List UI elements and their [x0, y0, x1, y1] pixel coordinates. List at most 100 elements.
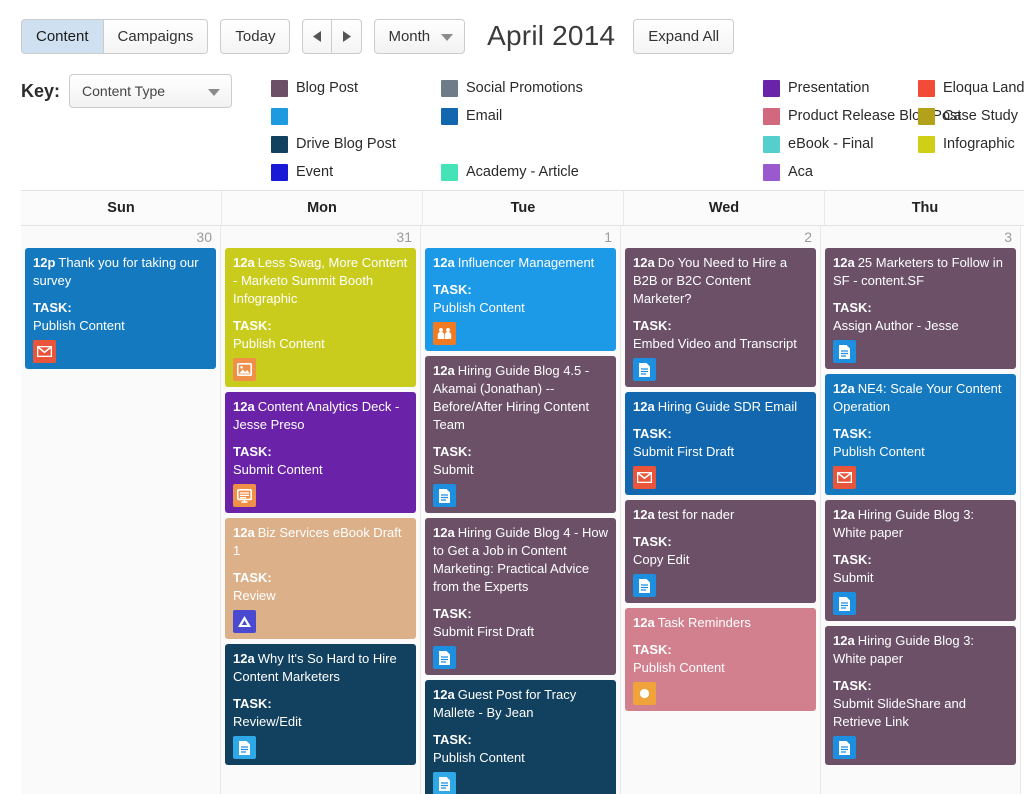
event-time: 12a [233, 525, 255, 540]
calendar-day-column[interactable]: 3112aLess Swag, More Content - Marketo S… [221, 226, 421, 794]
document-icon[interactable] [833, 340, 856, 363]
presentation-icon[interactable] [233, 484, 256, 507]
chevron-down-icon [441, 34, 453, 41]
calendar-day-column[interactable]: 312a25 Marketers to Follow in SF - conte… [821, 226, 1021, 794]
event-task-label: TASK: [833, 299, 1009, 317]
calendar-day-number: 31 [221, 226, 420, 248]
legend-item[interactable]: Aca [763, 164, 918, 181]
legend-item-label: eBook - Final [788, 136, 873, 152]
image-icon[interactable] [233, 358, 256, 381]
calendar-header-row: SunMonTueWedThu [21, 191, 1024, 226]
document-icon[interactable] [233, 736, 256, 759]
calendar-event[interactable]: 12aTask RemindersTASK:Publish Content [625, 608, 816, 711]
event-time: 12a [233, 651, 255, 666]
envelope-icon[interactable] [633, 466, 656, 489]
document-icon[interactable] [833, 736, 856, 759]
calendar-event[interactable]: 12aLess Swag, More Content - Marketo Sum… [225, 248, 416, 387]
legend-item[interactable]: Case Study [918, 108, 928, 125]
event-title-text: Influencer Management [458, 255, 595, 270]
event-time: 12a [233, 255, 255, 270]
legend-item-label: Aca [788, 164, 813, 180]
document-icon[interactable] [433, 646, 456, 669]
calendar-day-number: 30 [21, 226, 220, 248]
calendar-event[interactable]: 12aNE4: Scale Your Content OperationTASK… [825, 374, 1016, 495]
calendar-event[interactable]: 12a25 Marketers to Follow in SF - conten… [825, 248, 1016, 369]
legend-color-swatch [271, 108, 288, 125]
calendar-event[interactable]: 12aHiring Guide SDR EmailTASK:Submit Fir… [625, 392, 816, 495]
prev-period-button[interactable] [302, 19, 332, 54]
legend-item[interactable]: Product Release Blog Post [763, 108, 918, 125]
calendar-event[interactable]: 12aContent Analytics Deck - Jesse PresoT… [225, 392, 416, 513]
legend-item[interactable]: Event [271, 164, 441, 181]
event-task-value: Submit SlideShare and Retrieve Link [833, 695, 1009, 731]
tab-content[interactable]: Content [21, 19, 104, 54]
document-icon[interactable] [433, 484, 456, 507]
legend-item[interactable]: Academy - Article [441, 164, 763, 181]
calendar-event[interactable]: 12aInfluencer ManagementTASK:Publish Con… [425, 248, 616, 351]
calendar-event[interactable]: 12aWhy It's So Hard to Hire Content Mark… [225, 644, 416, 765]
event-title-text: Biz Services eBook Draft 1 [233, 525, 401, 558]
document-icon[interactable] [633, 358, 656, 381]
event-task-label: TASK: [233, 443, 409, 461]
chevron-right-icon [342, 31, 351, 42]
event-title: 12aHiring Guide Blog 3: White paper [833, 506, 1009, 542]
event-title: 12a25 Marketers to Follow in SF - conten… [833, 254, 1009, 290]
expand-all-button[interactable]: Expand All [633, 19, 734, 54]
legend-item[interactable]: Drive Blog Post [271, 136, 441, 153]
legend-item[interactable]: Email [441, 108, 763, 125]
key-type-value: Content Type [82, 83, 165, 99]
event-task-label: TASK: [633, 533, 809, 551]
chevron-left-icon [313, 31, 322, 42]
drive-icon[interactable] [233, 610, 256, 633]
calendar-day-column[interactable]: 3012pThank you for taking our surveyTASK… [21, 226, 221, 794]
legend-color-swatch [441, 80, 458, 97]
event-task-value: Review/Edit [233, 713, 409, 731]
event-time: 12a [633, 255, 655, 270]
calendar-day-column[interactable]: 112aInfluencer ManagementTASK:Publish Co… [421, 226, 621, 794]
calendar-event[interactable]: 12aBiz Services eBook Draft 1TASK:Review [225, 518, 416, 639]
calendar-day-column[interactable]: 212aDo You Need to Hire a B2B or B2C Con… [621, 226, 821, 794]
view-range-select[interactable]: Month [374, 19, 465, 54]
tab-campaigns[interactable]: Campaigns [104, 19, 209, 54]
calendar-day-header: Sun [21, 191, 222, 225]
document-icon[interactable] [633, 574, 656, 597]
envelope-icon[interactable] [33, 340, 56, 363]
key-type-select[interactable]: Content Type [69, 74, 232, 108]
document-icon[interactable] [433, 772, 456, 794]
calendar-event[interactable]: 12aHiring Guide Blog 3: White paper TASK:… [825, 500, 1016, 621]
next-period-button[interactable] [332, 19, 362, 54]
event-task-label: TASK: [433, 281, 609, 299]
legend-item[interactable]: Presentation [763, 80, 918, 97]
event-title-text: Task Reminders [658, 615, 751, 630]
legend-item[interactable]: Blog Post [271, 80, 441, 97]
calendar-event[interactable]: 12pThank you for taking our surveyTASK:P… [25, 248, 216, 369]
legend-item-label: Blog Post [296, 80, 358, 96]
legend-item[interactable]: Infographic [918, 136, 928, 153]
calendar-event[interactable]: 12atest for naderTASK:Copy Edit [625, 500, 816, 603]
legend-item[interactable] [271, 108, 441, 125]
envelope-icon[interactable] [833, 466, 856, 489]
calendar-event[interactable]: 12aDo You Need to Hire a B2B or B2C Cont… [625, 248, 816, 387]
legend-item[interactable] [441, 136, 763, 153]
event-title-text: Hiring Guide Blog 4 - How to Get a Job i… [433, 525, 608, 594]
calendar-event[interactable]: 12aGuest Post for Tracy Mallete - By Jea… [425, 680, 616, 794]
legend-item-label: Eloqua Landing Page [943, 80, 1024, 96]
people-icon[interactable] [433, 322, 456, 345]
event-title: 12pThank you for taking our survey [33, 254, 209, 290]
event-task-label: TASK: [833, 551, 1009, 569]
circle-icon[interactable] [633, 682, 656, 705]
legend-item[interactable]: Social Promotions [441, 80, 763, 97]
event-task-label: TASK: [633, 317, 809, 335]
event-task-value: Submit First Draft [433, 623, 609, 641]
event-title: 12aHiring Guide Blog 3: White paper [833, 632, 1009, 668]
legend-item[interactable]: Eloqua Landing Page [918, 80, 928, 97]
event-time: 12a [833, 633, 855, 648]
calendar-event[interactable]: 12aHiring Guide Blog 4 - How to Get a Jo… [425, 518, 616, 675]
today-button[interactable]: Today [220, 19, 290, 54]
event-task-value: Publish Content [33, 317, 209, 335]
legend-item[interactable]: eBook - Final [763, 136, 918, 153]
document-icon[interactable] [833, 592, 856, 615]
calendar-event[interactable]: 12aHiring Guide Blog 4.5 - Akamai (Jonat… [425, 356, 616, 513]
calendar-event[interactable]: 12aHiring Guide Blog 3: White paperTASK:… [825, 626, 1016, 765]
event-title-text: test for nader [658, 507, 735, 522]
